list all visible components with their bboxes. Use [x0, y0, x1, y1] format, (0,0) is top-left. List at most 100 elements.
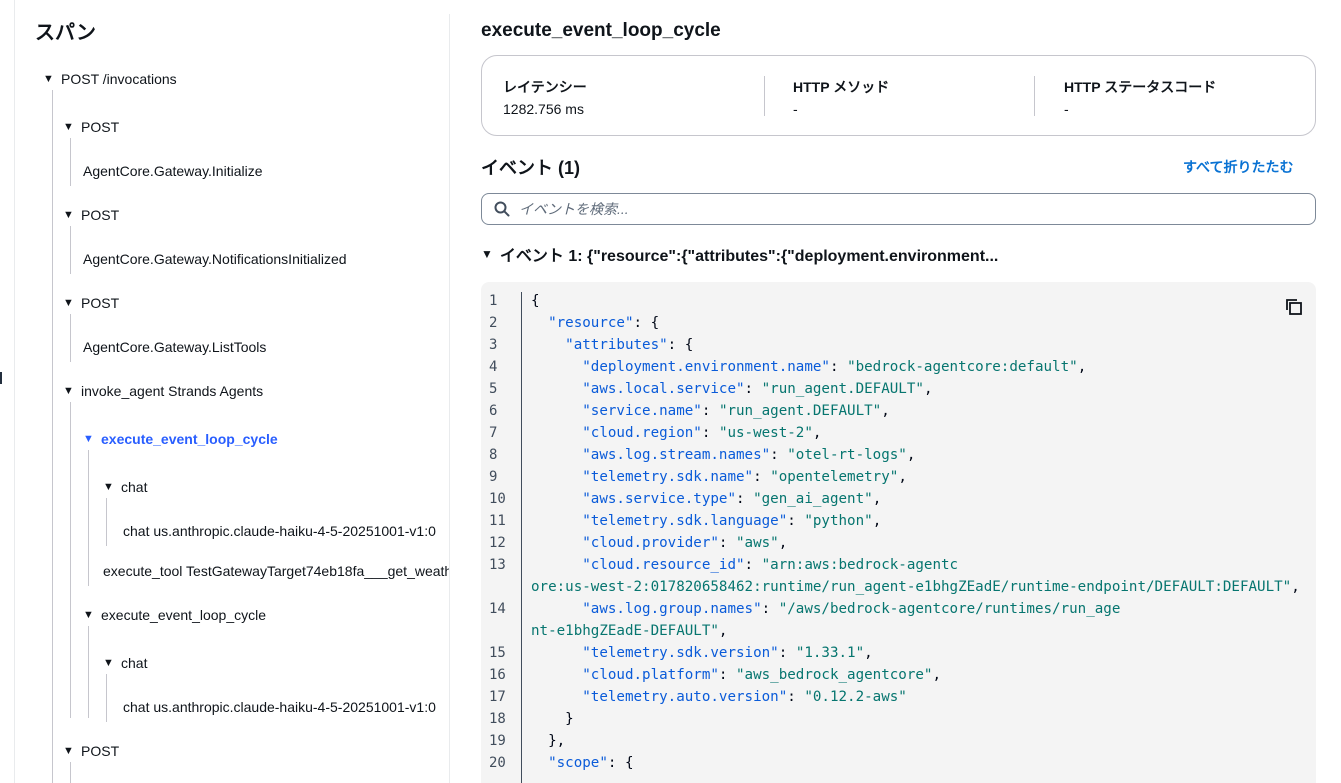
- caret-down-icon[interactable]: ▼: [103, 481, 117, 493]
- code-line: "resource": {: [548, 315, 660, 331]
- tree-connector: [70, 762, 71, 783]
- span-node[interactable]: ▼ execute_event_loop_cycle: [83, 605, 266, 625]
- line-number: 8: [489, 447, 498, 463]
- code-line: {: [531, 293, 540, 309]
- line-number: 13: [489, 557, 506, 573]
- caret-down-icon[interactable]: ▼: [63, 385, 77, 397]
- summary-card: レイテンシー 1282.756 ms HTTP メソッド - HTTP ステータ…: [481, 55, 1316, 136]
- code-line: "cloud.provider": "aws",: [582, 535, 788, 551]
- event-search-input[interactable]: [519, 201, 1279, 217]
- latency-value: 1282.756 ms: [503, 101, 584, 117]
- line-number: 5: [489, 381, 498, 397]
- line-number: 15: [489, 645, 506, 661]
- line-number: 12: [489, 535, 506, 551]
- code-line: }: [531, 711, 574, 727]
- line-number: 17: [489, 689, 506, 705]
- caret-down-icon[interactable]: ▼: [63, 209, 77, 221]
- caret-down-icon[interactable]: ▼: [103, 657, 117, 669]
- line-number: 2: [489, 315, 498, 331]
- span-node[interactable]: ▼ POST: [63, 293, 119, 313]
- line-number: 18: [489, 711, 506, 727]
- caret-down-icon[interactable]: ▼: [63, 745, 77, 757]
- code-line: "cloud.resource_id": "arn:aws:bedrock-ag…: [582, 557, 959, 573]
- span-node[interactable]: AgentCore.Gateway.NotificationsInitializ…: [83, 249, 347, 269]
- span-node[interactable]: ▼ POST /invocations: [43, 69, 177, 89]
- line-number: 20: [489, 755, 506, 771]
- caret-down-icon[interactable]: ▼: [63, 297, 77, 309]
- span-node[interactable]: AgentCore.Gateway.Initialize: [83, 161, 263, 181]
- tree-connector: [70, 402, 71, 718]
- span-panel-title: スパン: [35, 22, 96, 44]
- collapse-all-link[interactable]: すべて折りたたむ: [1183, 157, 1293, 177]
- code-line: "deployment.environment.name": "bedrock-…: [582, 359, 1087, 375]
- latency-field: レイテンシー 1282.756 ms: [503, 77, 587, 117]
- line-number: 16: [489, 667, 506, 683]
- span-node[interactable]: execute_tool TestGatewayTarget74eb18fa__…: [103, 561, 449, 581]
- panel-divider[interactable]: [449, 14, 450, 783]
- code-line: "aws.log.stream.names": "otel-rt-logs",: [582, 447, 916, 463]
- search-icon: [494, 201, 510, 217]
- event-search-box[interactable]: [481, 193, 1316, 225]
- summary-separator: [1034, 76, 1035, 116]
- gutter-divider: [521, 292, 522, 783]
- code-line: "telemetry.sdk.name": "opentelemetry",: [582, 469, 907, 485]
- code-line: "telemetry.sdk.version": "1.33.1",: [582, 645, 873, 661]
- code-line-wrapped: nt-e1bhgZEadE-DEFAULT",: [531, 623, 728, 639]
- line-number: 3: [489, 337, 498, 353]
- span-node-selected[interactable]: ▼ execute_event_loop_cycle: [83, 429, 278, 449]
- line-number: 6: [489, 403, 498, 419]
- span-node[interactable]: chat us.anthropic.claude-haiku-4-5-20251…: [123, 521, 436, 541]
- code-line: "telemetry.sdk.language": "python",: [582, 513, 882, 529]
- http-status-value: -: [1064, 101, 1069, 117]
- line-number: 11: [489, 513, 506, 529]
- code-line: "cloud.region": "us-west-2",: [582, 425, 822, 441]
- code-line: "cloud.platform": "aws_bedrock_agentcore…: [582, 667, 942, 683]
- span-node[interactable]: ▼ chat: [103, 653, 147, 673]
- code-line: "attributes": {: [565, 337, 694, 353]
- event-1-header: イベント 1: {"resource":{"attributes":{"depl…: [499, 248, 999, 265]
- caret-down-icon[interactable]: ▼: [83, 433, 97, 445]
- line-number: 4: [489, 359, 498, 375]
- caret-down-icon: ▼: [481, 247, 493, 261]
- tree-connector: [70, 314, 71, 362]
- code-line-wrapped: ore:us-west-2:017820658462:runtime/run_a…: [531, 579, 1300, 595]
- tree-connector: [52, 90, 53, 783]
- caret-down-icon[interactable]: ▼: [63, 121, 77, 133]
- json-code-block: 1 {2 "resource": { 3 "attributes": { 4 "dep…: [481, 282, 1316, 783]
- span-node[interactable]: ▼ chat: [103, 477, 147, 497]
- code-line: "aws.service.type": "gen_ai_agent",: [582, 491, 882, 507]
- events-heading: イベント (1): [481, 158, 580, 178]
- code-line: "scope": {: [548, 755, 634, 771]
- line-number: 1: [489, 293, 498, 309]
- code-line: "service.name": "run_agent.DEFAULT",: [582, 403, 890, 419]
- caret-down-icon[interactable]: ▼: [83, 609, 97, 621]
- code-line: "aws.log.group.names": "/aws/bedrock-age…: [582, 601, 1121, 617]
- code-line: "telemetry.auto.version": "0.12.2-aws": [582, 689, 907, 705]
- http-method-field: HTTP メソッド -: [793, 77, 889, 117]
- span-node[interactable]: ▼ POST: [63, 741, 119, 761]
- line-number: 19: [489, 733, 506, 749]
- code-line: },: [531, 733, 566, 749]
- event-1-toggle[interactable]: ▼ イベント 1: {"resource":{"attributes":{"de…: [481, 242, 998, 266]
- http-method-label: HTTP メソッド: [793, 79, 890, 95]
- span-node[interactable]: chat us.anthropic.claude-haiku-4-5-20251…: [123, 697, 436, 717]
- caret-down-icon[interactable]: ▼: [43, 73, 57, 85]
- tree-connector: [106, 498, 107, 546]
- tree-connector: [70, 226, 71, 274]
- line-number: 9: [489, 469, 498, 485]
- tree-connector: [106, 674, 107, 722]
- http-status-field: HTTP ステータスコード -: [1064, 77, 1216, 117]
- copy-icon[interactable]: [1284, 297, 1304, 317]
- summary-separator: [764, 76, 765, 116]
- line-number: 14: [489, 601, 506, 617]
- span-node[interactable]: ▼ invoke_agent Strands Agents: [63, 381, 263, 401]
- line-number: 7: [489, 425, 498, 441]
- latency-label: レイテンシー: [503, 79, 587, 95]
- http-status-label: HTTP ステータスコード: [1064, 79, 1217, 95]
- http-method-value: -: [793, 101, 798, 117]
- span-node[interactable]: ▼ POST: [63, 117, 119, 137]
- line-number: 10: [489, 491, 506, 507]
- tree-connector: [88, 450, 89, 586]
- span-node[interactable]: ▼ POST: [63, 205, 119, 225]
- span-node[interactable]: AgentCore.Gateway.ListTools: [83, 337, 266, 357]
